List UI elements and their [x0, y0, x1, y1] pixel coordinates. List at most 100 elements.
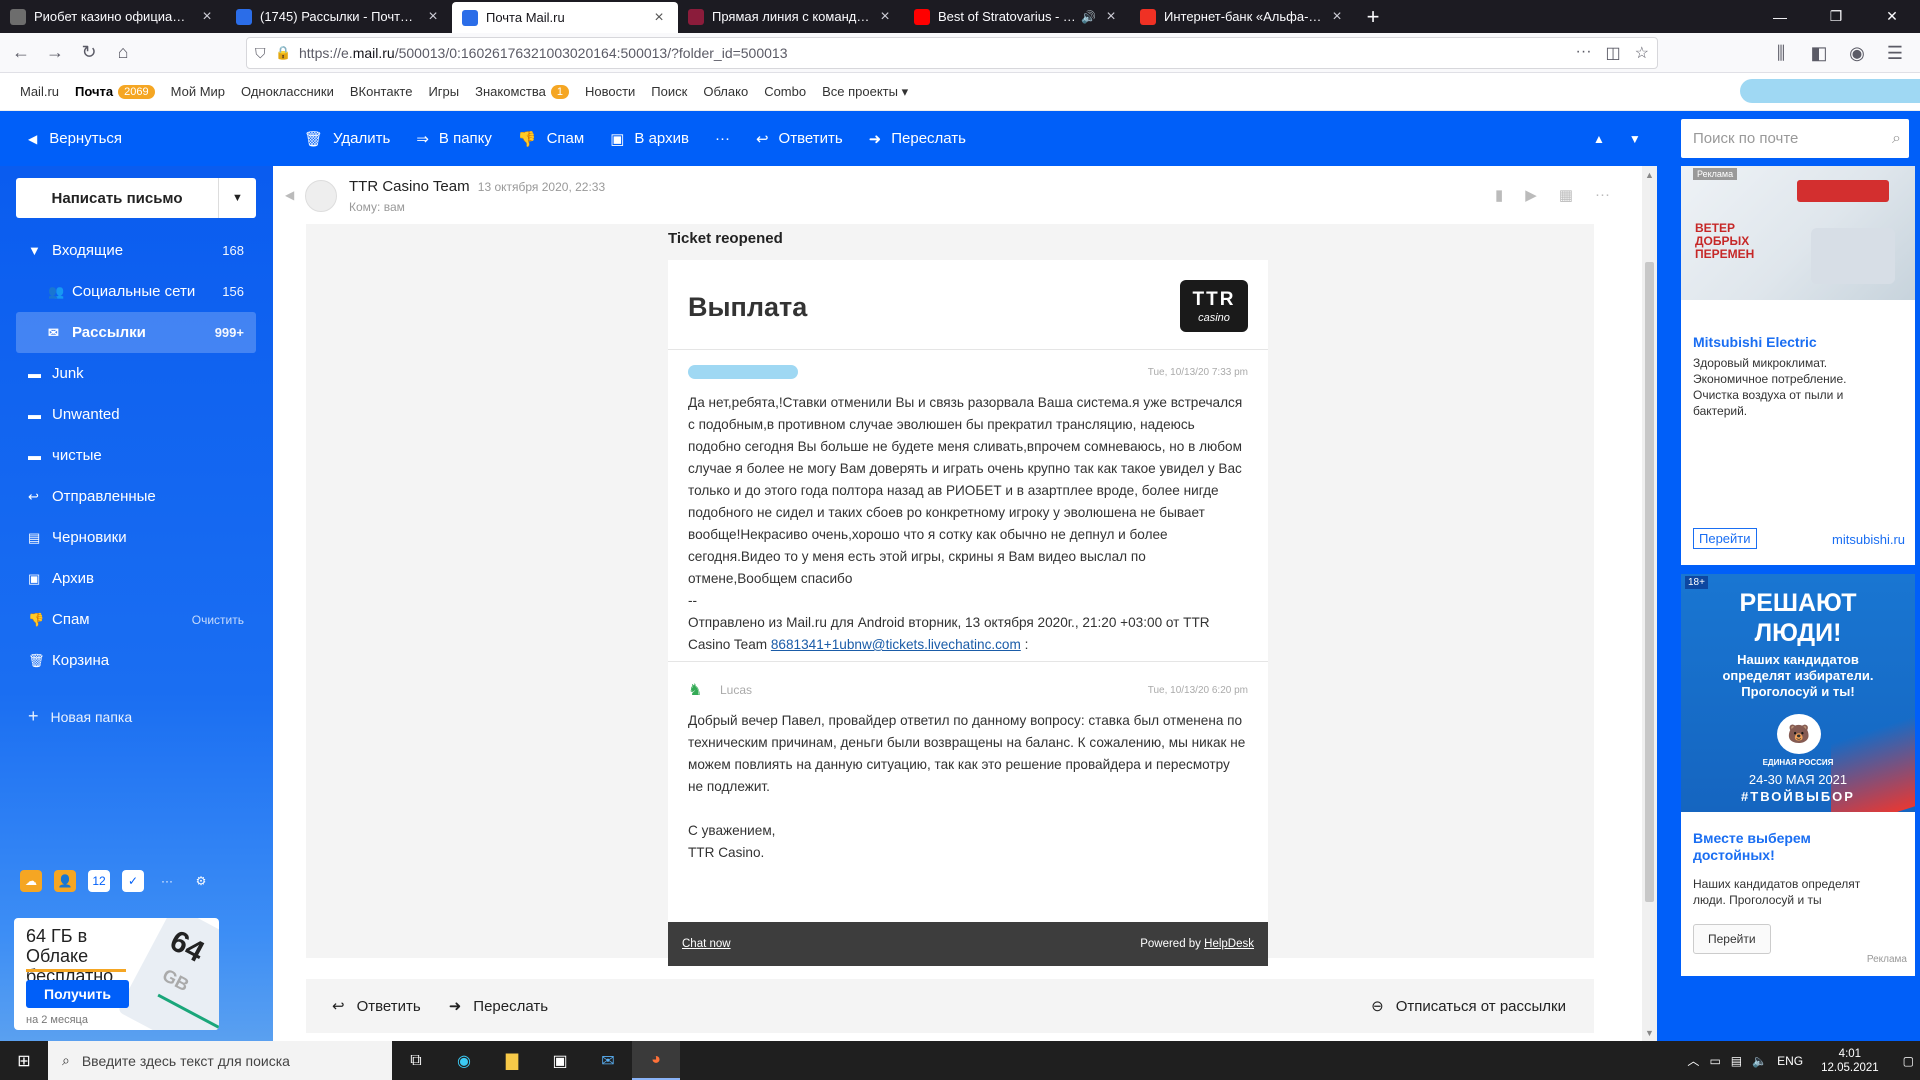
video-call-icon[interactable]: ▶	[1525, 186, 1537, 204]
reply-button[interactable]: ↩ Ответить	[756, 130, 843, 148]
close-tab-icon[interactable]: ×	[876, 8, 894, 26]
sidebar-folder[interactable]: ✉ Рассылки 999+	[16, 312, 256, 353]
portal-link[interactable]: Облако	[703, 84, 748, 99]
language-indicator[interactable]: ENG	[1777, 1054, 1803, 1068]
close-tab-icon[interactable]: ×	[650, 9, 668, 27]
sidebar-folder[interactable]: ▬ Unwanted	[16, 394, 256, 435]
ad-image[interactable]: Реклама ВЕТЕР ДОБРЫХ ПЕРЕМЕН	[1681, 166, 1915, 300]
home-icon[interactable]: ⌂	[106, 37, 140, 69]
settings-icon[interactable]: ⚙	[190, 870, 212, 892]
shield-icon[interactable]: ⛉	[255, 45, 275, 62]
bookmark-star-icon[interactable]: ☆	[1635, 43, 1649, 63]
bookmark-icon[interactable]: ▮	[1495, 186, 1503, 204]
ad-brand[interactable]: Mitsubishi Electric	[1693, 334, 1817, 350]
scroll-down-icon[interactable]: ▼	[1645, 1028, 1654, 1038]
sidebar-toggle-icon[interactable]: ◧	[1802, 37, 1836, 69]
compose-button[interactable]: Написать письмо ▼	[16, 178, 256, 218]
back-icon[interactable]: ←	[4, 37, 38, 69]
store-icon[interactable]: ▣	[536, 1041, 584, 1080]
sender-avatar[interactable]	[305, 180, 337, 212]
clear-spam-button[interactable]: Очистить	[192, 613, 244, 627]
portal-link[interactable]: Поиск	[651, 84, 687, 99]
calendar-icon[interactable]: ▦	[1559, 186, 1573, 204]
portal-link[interactable]: Все проекты ▾	[822, 84, 908, 100]
ad-image[interactable]: 18+ РЕШАЮТ ЛЮДИ! Наших кандидатов опреде…	[1681, 574, 1915, 812]
battery-icon[interactable]: ▭	[1709, 1054, 1720, 1068]
page-actions-icon[interactable]: ···	[1576, 43, 1592, 63]
ad-go-button[interactable]: Перейти	[1693, 528, 1757, 549]
portal-link[interactable]: Игры	[428, 84, 459, 99]
windows-start-icon[interactable]: ⊞	[0, 1041, 48, 1080]
more-apps-icon[interactable]: ···	[156, 870, 178, 892]
volume-icon[interactable]: 🔈	[1752, 1054, 1767, 1068]
scrollbar-thumb[interactable]	[1645, 262, 1654, 902]
notifications-icon[interactable]: ▢	[1903, 1054, 1914, 1068]
account-icon[interactable]: ◉	[1840, 37, 1874, 69]
task-view-icon[interactable]: ⧉	[392, 1041, 440, 1080]
scrollbar[interactable]: ▲ ▼	[1642, 166, 1657, 1041]
sidebar-folder[interactable]: ▣ Архив	[16, 558, 256, 599]
cloud-app-icon[interactable]: ☁	[20, 870, 42, 892]
browser-tab[interactable]: Почта Mail.ru ×	[452, 2, 678, 33]
sidebar-folder[interactable]: ▬ Junk	[16, 353, 256, 394]
new-tab-button[interactable]: +	[1356, 0, 1390, 33]
url-bar[interactable]: ⛉ 🔒 https://e.mail.ru/500013/0:160261763…	[246, 37, 1658, 69]
previous-message-icon[interactable]: ▲	[1593, 132, 1605, 146]
portal-link[interactable]: Combo	[764, 84, 806, 99]
search-icon[interactable]: ⌕	[1892, 130, 1901, 148]
back-to-list-button[interactable]: ◀ Вернуться	[28, 111, 122, 166]
ad-mitsubishi[interactable]: Реклама ВЕТЕР ДОБРЫХ ПЕРЕМЕН Mitsubishi …	[1681, 166, 1915, 565]
taskbar-search-input[interactable]	[81, 1052, 362, 1069]
next-message-icon[interactable]: ▼	[1629, 132, 1641, 146]
reload-icon[interactable]: ↻	[72, 37, 106, 69]
network-icon[interactable]: ▤	[1731, 1054, 1742, 1068]
unsubscribe-button[interactable]: ⊖ Отписаться от рассылки	[1371, 997, 1566, 1016]
scroll-up-icon[interactable]: ▲	[1645, 170, 1654, 180]
sidebar-folder[interactable]: 👎 Спам Очистить	[16, 599, 256, 640]
url-text[interactable]: https://e.mail.ru/500013/0:1602617632100…	[293, 45, 1576, 61]
portal-link[interactable]: Почта 2069	[75, 84, 155, 99]
ad-go-button[interactable]: Перейти	[1693, 924, 1771, 954]
tasks-app-icon[interactable]: ✓	[122, 870, 144, 892]
sidebar-folder[interactable]: 🗑 Корзина	[16, 640, 256, 681]
portal-link[interactable]: Mail.ru	[20, 84, 59, 99]
minimize-icon[interactable]: —	[1752, 0, 1808, 33]
close-window-icon[interactable]: ✕	[1864, 0, 1920, 33]
promo-get-button[interactable]: Получить	[26, 980, 129, 1008]
archive-button[interactable]: ▣ В архив	[610, 130, 689, 148]
sidebar-folder[interactable]: ▬ чистые	[16, 435, 256, 476]
calendar-app-icon[interactable]: 12	[88, 870, 110, 892]
browser-tab[interactable]: Прямая линия с командой по ×	[678, 0, 904, 33]
email-link[interactable]: 8681341+1ubnw@tickets.livechatinc.com	[771, 637, 1021, 652]
sidebar-folder[interactable]: ↩ Отправленные	[16, 476, 256, 517]
lock-icon[interactable]: 🔒	[275, 45, 293, 61]
forward-icon[interactable]: →	[38, 37, 72, 69]
tab-audio-icon[interactable]: 🔊	[1081, 10, 1096, 24]
sidebar-folder[interactable]: 👥 Социальные сети 156	[16, 271, 256, 312]
helpdesk-link[interactable]: HelpDesk	[1204, 938, 1254, 950]
file-explorer-icon[interactable]: ▇	[488, 1041, 536, 1080]
more-icon[interactable]: ···	[1595, 186, 1610, 204]
firefox-icon[interactable]: ◕	[632, 1041, 680, 1080]
forward-button[interactable]: ➜ Переслать	[869, 130, 966, 148]
cloud-promo[interactable]: 64 GB 64 ГБ в Облаке бесплатно Получить …	[14, 918, 219, 1030]
mail-search-input[interactable]	[1693, 130, 1892, 147]
browser-tab[interactable]: Риобет казино официальный ×	[0, 0, 226, 33]
browser-tab[interactable]: Best of Stratovarius - YouTube🔊 ×	[904, 0, 1130, 33]
edge-icon[interactable]: ◉	[440, 1041, 488, 1080]
portal-link[interactable]: Знакомства 1	[475, 84, 569, 99]
portal-link[interactable]: Новости	[585, 84, 635, 99]
close-tab-icon[interactable]: ×	[1102, 8, 1120, 26]
mail-app-icon[interactable]: ✉	[584, 1041, 632, 1080]
clock[interactable]: 4:01 12.05.2021	[1821, 1047, 1879, 1075]
delete-button[interactable]: 🗑 Удалить	[304, 130, 390, 148]
tray-chevron-icon[interactable]: ︿	[1687, 1052, 1699, 1069]
portal-link[interactable]: Мой Мир	[171, 84, 225, 99]
reply-bottom-button[interactable]: ↩ Ответить	[332, 997, 421, 1016]
close-tab-icon[interactable]: ×	[198, 8, 216, 26]
compose-dropdown-icon[interactable]: ▼	[218, 178, 256, 218]
ad-title[interactable]: Вместе выберем достойных!	[1693, 830, 1811, 864]
browser-tab[interactable]: (1745) Рассылки - Почта Mail.ru ×	[226, 0, 452, 33]
sender-name[interactable]: TTR Casino Team	[349, 178, 470, 195]
ad-election[interactable]: 18+ РЕШАЮТ ЛЮДИ! Наших кандидатов опреде…	[1681, 574, 1915, 976]
